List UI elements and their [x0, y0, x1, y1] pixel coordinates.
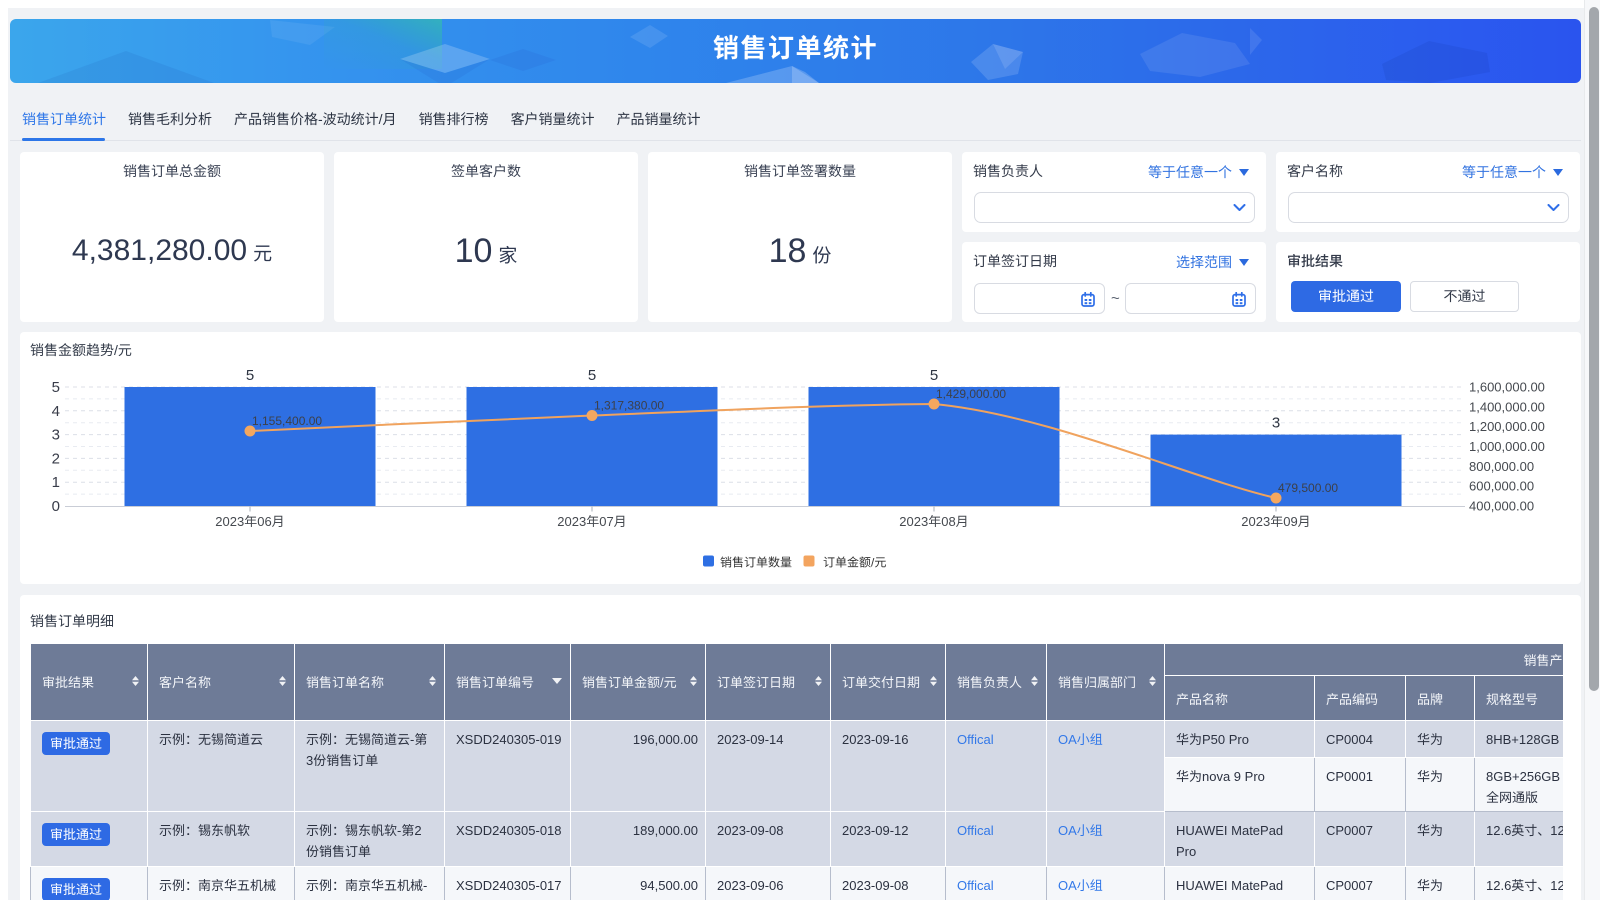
svg-text:5: 5	[930, 367, 938, 384]
svg-text:3: 3	[1272, 415, 1280, 432]
svg-text:5: 5	[246, 367, 254, 384]
svg-text:订单金额/元: 订单金额/元	[823, 556, 886, 570]
svg-text:5: 5	[52, 379, 60, 396]
svg-text:1,400,000.00: 1,400,000.00	[1469, 399, 1545, 414]
svg-text:1,600,000.00: 1,600,000.00	[1469, 380, 1545, 395]
svg-text:1,317,380.00: 1,317,380.00	[594, 399, 664, 413]
svg-text:销售订单数量: 销售订单数量	[720, 556, 792, 570]
svg-text:1,200,000.00: 1,200,000.00	[1469, 419, 1545, 434]
svg-text:2023年09月: 2023年09月	[1241, 514, 1310, 529]
svg-text:479,500.00: 479,500.00	[1278, 481, 1338, 495]
svg-text:800,000.00: 800,000.00	[1469, 459, 1534, 474]
svg-text:2023年07月: 2023年07月	[557, 514, 626, 529]
svg-text:4: 4	[52, 403, 60, 420]
svg-text:5: 5	[588, 367, 596, 384]
svg-text:1,000,000.00: 1,000,000.00	[1469, 439, 1545, 454]
svg-text:2023年08月: 2023年08月	[899, 514, 968, 529]
svg-text:1,429,000.00: 1,429,000.00	[936, 387, 1006, 401]
svg-text:2023年06月: 2023年06月	[215, 514, 284, 529]
svg-text:1,155,400.00: 1,155,400.00	[252, 414, 322, 428]
svg-text:1: 1	[52, 474, 60, 491]
svg-text:400,000.00: 400,000.00	[1469, 499, 1534, 514]
svg-text:600,000.00: 600,000.00	[1469, 479, 1534, 494]
svg-text:0: 0	[52, 498, 60, 515]
svg-text:3: 3	[52, 427, 60, 444]
svg-text:2: 2	[52, 450, 60, 467]
